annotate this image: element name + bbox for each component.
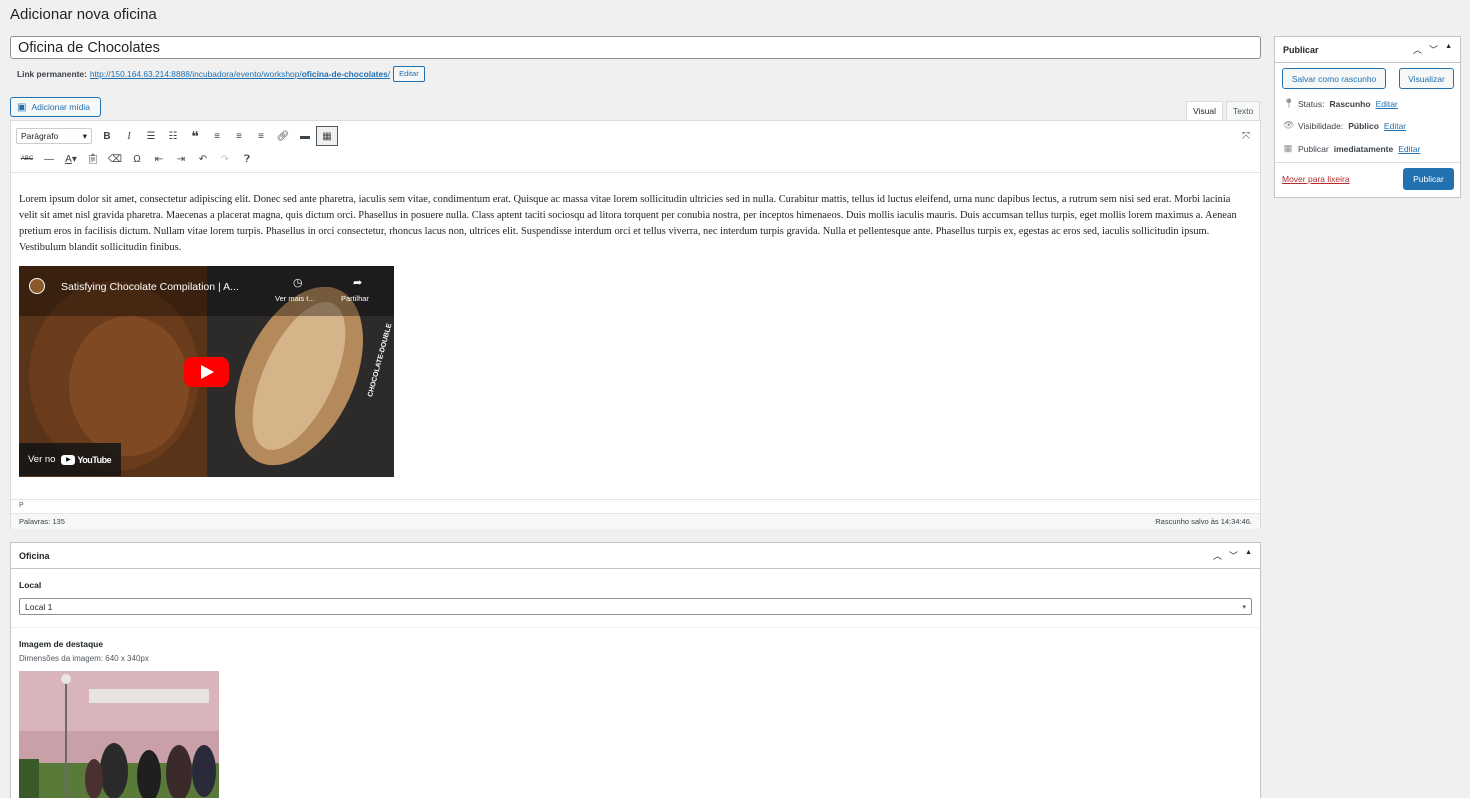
- bullet-list-icon[interactable]: ☰: [140, 126, 162, 146]
- visibility-row: 👁︎ Visibilidade: Público Editar: [1283, 120, 1407, 131]
- clock-icon: ◷: [293, 277, 303, 289]
- move-down-icon[interactable]: ﹀: [1229, 549, 1238, 562]
- horizontal-line-icon[interactable]: —: [38, 149, 60, 169]
- permalink-label: Link permanente:: [17, 69, 87, 79]
- schedule-row: ▦ Publicar imediatamente Editar: [1283, 143, 1421, 154]
- local-select[interactable]: Local 1 ▾: [19, 598, 1252, 615]
- channel-avatar[interactable]: [29, 278, 45, 294]
- element-path: P: [11, 499, 1260, 511]
- caret-down-icon: ▾: [1242, 603, 1246, 611]
- featured-image[interactable]: [19, 671, 219, 798]
- content-editor: Parágrafo ▾ B I ☰ ☷ ❝ ≡ ≡ ≡ 🔗︎ ▬ ▦ ⤧ ABC …: [10, 120, 1261, 529]
- tab-visual[interactable]: Visual: [1186, 101, 1223, 121]
- word-count: Palavras: 135: [19, 517, 65, 526]
- image-dimensions: Dimensões da imagem: 640 x 340px: [19, 654, 149, 663]
- editor-toolbar: Parágrafo ▾ B I ☰ ☷ ❝ ≡ ≡ ≡ 🔗︎ ▬ ▦ ⤧ ABC …: [11, 121, 1260, 173]
- permalink-row: Link permanente: http://150.164.63.214:8…: [17, 66, 425, 82]
- undo-icon[interactable]: ↶: [192, 149, 214, 169]
- add-media-button[interactable]: ▣ Adicionar mídia: [10, 97, 101, 117]
- save-draft-button[interactable]: Salvar como rascunho: [1282, 68, 1386, 89]
- divider: [11, 627, 1260, 628]
- post-title-input[interactable]: Oficina de Chocolates: [10, 36, 1261, 59]
- page-title: Adicionar nova oficina: [10, 6, 157, 23]
- featured-image-label: Imagem de destaque: [19, 639, 104, 649]
- featured-image-photo: [19, 671, 219, 798]
- video-title[interactable]: Satisfying Chocolate Compilation | A...: [61, 281, 239, 293]
- tab-text[interactable]: Texto: [1226, 101, 1261, 121]
- move-up-icon[interactable]: ︿: [1213, 549, 1222, 562]
- add-media-label: Adicionar mídia: [31, 102, 91, 112]
- visibility-edit-link[interactable]: Editar: [1384, 121, 1406, 131]
- align-left-icon[interactable]: ≡: [206, 126, 228, 146]
- redo-icon[interactable]: ↷: [214, 149, 236, 169]
- format-select[interactable]: Parágrafo ▾: [16, 128, 92, 144]
- schedule-edit-link[interactable]: Editar: [1398, 144, 1420, 154]
- media-icon: ▣: [17, 101, 27, 113]
- numbered-list-icon[interactable]: ☷: [162, 126, 184, 146]
- share-icon: ➦: [353, 277, 363, 289]
- status-row: 📍︎ Status: Rascunho Editar: [1283, 98, 1398, 109]
- publish-box: Publicar ︿ ﹀ ▲ Salvar como rascunho Visu…: [1274, 36, 1461, 198]
- video-embed[interactable]: Satisfying Chocolate Compilation | A... …: [19, 266, 394, 477]
- collapse-icon[interactable]: ▲: [1445, 43, 1452, 56]
- watch-on-youtube[interactable]: Ver no ▶ YouTube: [19, 443, 121, 476]
- oficina-box: Oficina ︿ ﹀ ▲ Local Local 1 ▾ Imagem de …: [10, 542, 1261, 798]
- link-icon[interactable]: 🔗︎: [272, 126, 294, 146]
- permalink-url[interactable]: http://150.164.63.214:8888/incubadora/ev…: [90, 69, 390, 79]
- text-color-icon[interactable]: A ▾: [60, 149, 82, 169]
- outdent-icon[interactable]: ⇤: [148, 149, 170, 169]
- read-more-icon[interactable]: ▬: [294, 126, 316, 146]
- strikethrough-icon[interactable]: ABC: [16, 149, 38, 169]
- blockquote-icon[interactable]: ❝: [184, 126, 206, 146]
- move-to-trash-link[interactable]: Mover para lixeira: [1282, 174, 1350, 184]
- share-label[interactable]: Partilhar: [341, 294, 369, 303]
- collapse-icon[interactable]: ▲: [1245, 549, 1252, 562]
- indent-icon[interactable]: ⇥: [170, 149, 192, 169]
- oficina-box-header: Oficina ︿ ﹀ ▲: [11, 543, 1260, 569]
- youtube-logo: ▶ YouTube: [61, 454, 112, 465]
- local-label: Local: [19, 580, 42, 590]
- draft-saved-status: Rascunho salvo às 14:34:46.: [1155, 517, 1252, 526]
- eye-icon: 👁︎: [1283, 120, 1295, 130]
- editor-content-text[interactable]: Lorem ipsum dolor sit amet, consectetur …: [19, 192, 1251, 256]
- editor-footer: Palavras: 135 Rascunho salvo às 14:34:46…: [11, 513, 1260, 529]
- calendar-icon: ▦: [1283, 143, 1293, 153]
- special-character-icon[interactable]: Ω: [126, 149, 148, 169]
- align-center-icon[interactable]: ≡: [228, 126, 250, 146]
- move-up-icon[interactable]: ︿: [1413, 43, 1422, 56]
- italic-icon[interactable]: I: [118, 126, 140, 146]
- clear-formatting-icon[interactable]: ⌫: [104, 149, 126, 169]
- align-right-icon[interactable]: ≡: [250, 126, 272, 146]
- paste-text-icon[interactable]: 📋︎: [82, 149, 104, 169]
- fullscreen-icon[interactable]: ⤧: [1235, 126, 1257, 146]
- publish-box-header: Publicar ︿ ﹀ ▲: [1275, 37, 1460, 63]
- permalink-edit-button[interactable]: Editar: [393, 66, 425, 82]
- watch-later-label[interactable]: Ver mais t...: [275, 294, 315, 303]
- caret-down-icon: ▾: [82, 130, 87, 141]
- help-icon[interactable]: ❓︎: [236, 149, 258, 169]
- move-down-icon[interactable]: ﹀: [1429, 43, 1438, 56]
- preview-button[interactable]: Visualizar: [1399, 68, 1454, 89]
- pin-icon: 📍︎: [1283, 98, 1295, 108]
- divider: [1275, 162, 1460, 163]
- bold-icon[interactable]: B: [96, 126, 118, 146]
- toolbar-toggle-icon[interactable]: ▦: [316, 126, 338, 146]
- status-edit-link[interactable]: Editar: [1376, 99, 1398, 109]
- oficina-box-title: Oficina: [19, 550, 50, 561]
- publish-box-title: Publicar: [1283, 44, 1319, 55]
- publish-button[interactable]: Publicar: [1403, 168, 1454, 190]
